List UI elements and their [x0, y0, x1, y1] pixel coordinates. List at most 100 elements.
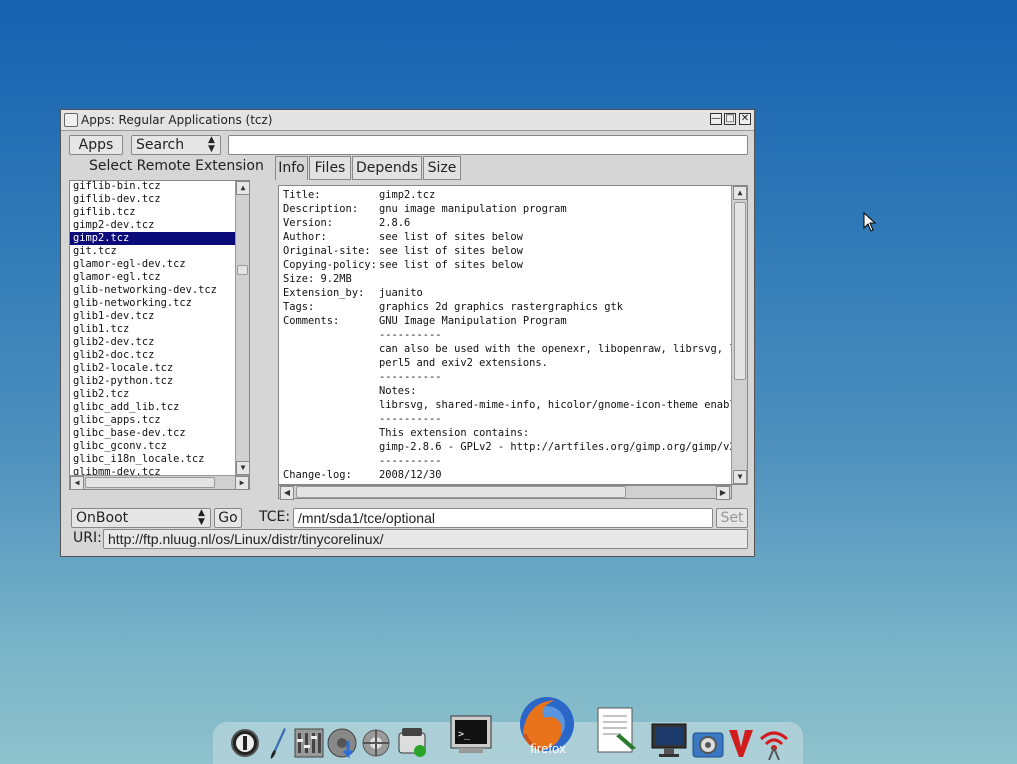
wbar-icon[interactable]	[727, 727, 755, 759]
search-input[interactable]	[228, 135, 748, 155]
scroll-left-icon[interactable]: ◀	[280, 486, 294, 500]
info-vscrollbar[interactable]: ▲ ▼	[731, 186, 747, 484]
list-vscrollbar[interactable]: ▲ ▼	[235, 181, 249, 475]
info-hscrollbar[interactable]: ◀ ▶	[278, 485, 732, 500]
tce-label: TCE:	[259, 509, 291, 525]
info-key: Title:	[283, 189, 321, 201]
scroll-down-icon[interactable]: ▼	[236, 461, 249, 475]
list-item[interactable]: glibc_apps.tcz	[70, 414, 235, 427]
close-icon[interactable]: ✕	[739, 113, 751, 125]
info-row: ----------	[279, 454, 731, 468]
monitor-icon[interactable]	[650, 722, 688, 758]
mount-icon[interactable]	[326, 727, 358, 759]
list-item[interactable]: glibc_base-dev.tcz	[70, 427, 235, 440]
list-item[interactable]: gimp2.tcz	[70, 232, 235, 245]
info-row: can also be used with the openexr, libop…	[279, 342, 742, 356]
tce-path-field[interactable]: /mnt/sda1/tce/optional	[293, 508, 713, 528]
svg-text:>_: >_	[458, 729, 471, 740]
info-row: Version: 2.8.6	[279, 216, 731, 230]
tab-depends[interactable]: Depends	[352, 156, 422, 180]
list-item[interactable]: glib2-dev.tcz	[70, 336, 235, 349]
terminal-icon[interactable]: >_	[449, 714, 493, 756]
list-item[interactable]: glamor-egl.tcz	[70, 271, 235, 284]
list-vscroll-thumb[interactable]	[237, 265, 248, 275]
info-rows: Title: gimp2.tcz Description: gnu image man…	[279, 188, 742, 482]
list-item[interactable]: glib-networking-dev.tcz	[70, 284, 235, 297]
minimize-icon[interactable]: —	[710, 113, 722, 125]
install-mode-select[interactable]: OnBoot ▲ ▼	[71, 508, 211, 528]
list-item[interactable]: glibc_i18n_locale.tcz	[70, 453, 235, 466]
info-value: 2.8.6	[379, 217, 411, 229]
info-value: This extension contains:	[379, 427, 530, 439]
list-item[interactable]: glibc_gconv.tcz	[70, 440, 235, 453]
info-vscroll-thumb[interactable]	[734, 202, 746, 380]
list-item[interactable]: giflib.tcz	[70, 206, 235, 219]
info-row: Notes:	[279, 384, 731, 398]
list-item[interactable]: glib2-doc.tcz	[70, 349, 235, 362]
search-mode-select[interactable]: Search ▲ ▼	[131, 135, 221, 155]
info-value: see list of sites below	[379, 259, 523, 271]
info-hscroll-thumb[interactable]	[296, 486, 626, 498]
tab-size[interactable]: Size	[423, 156, 461, 180]
info-value: gnu image manipulation program	[379, 203, 567, 215]
tab-info[interactable]: Info	[275, 156, 308, 180]
tab-files[interactable]: Files	[309, 156, 351, 180]
info-key: Description:	[283, 203, 359, 215]
info-key: Original-site:	[283, 245, 371, 257]
info-key: Change-log:	[283, 469, 352, 481]
info-key: Tags:	[283, 301, 315, 313]
maximize-icon[interactable]: □	[724, 113, 736, 125]
list-item[interactable]: giflib-dev.tcz	[70, 193, 235, 206]
list-item[interactable]: glamor-egl-dev.tcz	[70, 258, 235, 271]
list-hscrollbar[interactable]: ◀ ▶	[70, 475, 249, 489]
scroll-up-icon[interactable]: ▲	[236, 181, 249, 195]
list-item[interactable]: glibc_add_lib.tcz	[70, 401, 235, 414]
info-row: perl5 and exiv2 extensions.	[279, 356, 731, 370]
info-key: Comments:	[283, 315, 340, 327]
info-row: librsvg, shared-mime-info, hicolor/gnome…	[279, 398, 742, 412]
list-item[interactable]: gimp2-dev.tcz	[70, 219, 235, 232]
info-value: librsvg, shared-mime-info, hicolor/gnome…	[379, 399, 742, 411]
list-hscroll-thumb[interactable]	[85, 477, 215, 488]
info-row: ----------	[279, 412, 731, 426]
search-mode-value: Search	[136, 137, 185, 153]
list-item[interactable]: glib2-locale.tcz	[70, 362, 235, 375]
info-row: Comments: GNU Image Manipulation Program	[279, 314, 731, 328]
info-value: GNU Image Manipulation Program	[379, 315, 567, 327]
window-menu-icon[interactable]	[64, 113, 78, 127]
info-pane[interactable]: Title: gimp2.tcz Description: gnu image man…	[278, 185, 748, 485]
list-item[interactable]: glib2.tcz	[70, 388, 235, 401]
scroll-right-icon[interactable]: ▶	[235, 476, 249, 489]
services-icon[interactable]	[361, 728, 391, 758]
scroll-up-icon[interactable]: ▲	[733, 186, 747, 200]
list-item[interactable]: glib1.tcz	[70, 323, 235, 336]
control-panel-icon[interactable]	[293, 727, 325, 759]
apps-menu-button[interactable]: Apps	[69, 135, 123, 155]
logout-icon[interactable]	[230, 728, 260, 758]
go-button[interactable]: Go	[214, 508, 242, 528]
scroll-right-icon[interactable]: ▶	[716, 486, 730, 500]
apps-icon[interactable]	[396, 725, 428, 759]
info-row: Tags: graphics 2d graphics rastergraphics…	[279, 300, 731, 314]
list-item[interactable]: glib-networking.tcz	[70, 297, 235, 310]
title-bar[interactable]: Apps: Regular Applications (tcz) — □ ✕	[61, 110, 754, 131]
list-item[interactable]: git.tcz	[70, 245, 235, 258]
info-row: gimp-2.8.6 - GPLv2 - http://artfiles.org…	[279, 440, 742, 454]
wifi-icon[interactable]	[757, 725, 791, 761]
editor-icon[interactable]	[596, 706, 640, 756]
settings-icon[interactable]	[691, 725, 725, 759]
info-row: ----------	[279, 370, 731, 384]
info-key: Size: 9.2MB	[283, 273, 352, 285]
install-mode-value: OnBoot	[76, 510, 129, 526]
set-button[interactable]: Set	[716, 508, 748, 528]
scroll-down-icon[interactable]: ▼	[733, 470, 747, 484]
info-row: Title: gimp2.tcz	[279, 188, 731, 202]
scroll-left-icon[interactable]: ◀	[70, 476, 84, 489]
list-item[interactable]: glib1-dev.tcz	[70, 310, 235, 323]
list-item[interactable]: giflib-bin.tcz	[70, 181, 235, 193]
list-item[interactable]: glib2-python.tcz	[70, 375, 235, 388]
info-key: Extension_by:	[283, 287, 365, 299]
extension-list[interactable]: giflib-bin.tcz giflib-dev.tcz giflib.tcz gi…	[69, 180, 250, 490]
uri-field[interactable]: http://ftp.nluug.nl/os/Linux/distr/tinyc…	[103, 529, 748, 549]
paint-brush-icon[interactable]	[266, 726, 290, 760]
